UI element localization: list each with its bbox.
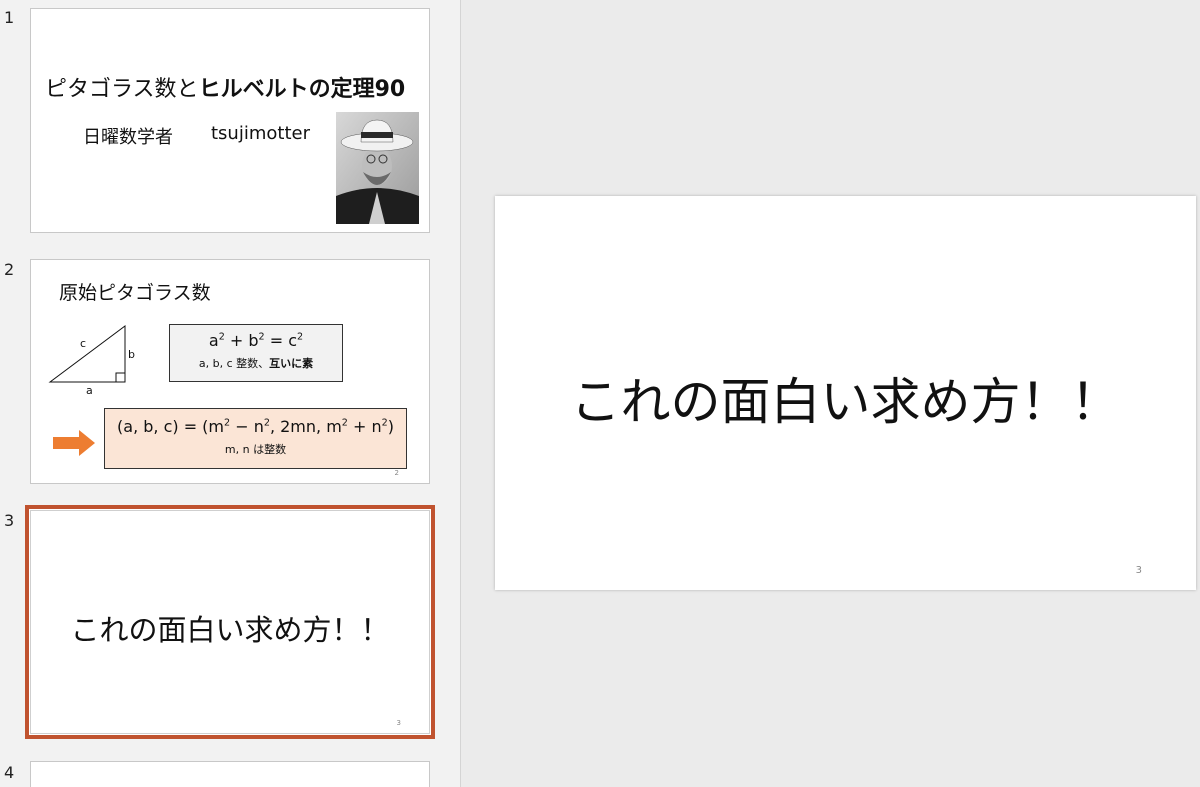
- slide-thumbnail-4[interactable]: [30, 761, 430, 787]
- slide-thumbnail-panel[interactable]: 1 ピタゴラス数とヒルベルトの定理90 日曜数学者 tsujimotter 2 …: [0, 0, 461, 787]
- slide-thumbnail-1[interactable]: ピタゴラス数とヒルベルトの定理90 日曜数学者 tsujimotter: [30, 8, 430, 233]
- equation-note: a, b, c 整数、互いに素: [198, 357, 314, 370]
- slide-title: ピタゴラス数とヒルベルトの定理90: [45, 77, 406, 102]
- triangle-label-b: b: [128, 348, 135, 361]
- slide-editor-canvas[interactable]: これの面白い求め方！！ 3: [495, 196, 1196, 590]
- slide-number-4: 4: [4, 763, 15, 782]
- page-number: 3: [1135, 565, 1142, 576]
- slide-heading[interactable]: これの面白い求め方！！: [495, 362, 1196, 434]
- page-number: 3: [396, 719, 401, 727]
- formula-note: m, n は整数: [224, 443, 287, 456]
- triangle-label-a: a: [86, 384, 93, 397]
- slide-number-1: 1: [4, 8, 15, 27]
- slide-number-3: 3: [4, 511, 15, 530]
- slide-number-2: 2: [4, 260, 15, 279]
- slide-title: 原始ピタゴラス数: [59, 282, 211, 304]
- slide-thumbnail-2[interactable]: 原始ピタゴラス数 c b a a2 + b2 = c2 a, b, c 整数、互…: [30, 259, 430, 484]
- slide-heading: これの面白い求め方！！: [70, 613, 390, 647]
- page-number: 2: [394, 469, 399, 477]
- formula-box: (a, b, c) = (m2 − n2, 2mn, m2 + n2) m, n…: [104, 408, 407, 469]
- parametric-formula: (a, b, c) = (m2 − n2, 2mn, m2 + n2): [117, 417, 394, 436]
- right-triangle-diagram: [48, 325, 126, 383]
- arrow-right-icon: [53, 430, 95, 456]
- slide-thumbnail-3[interactable]: これの面白い求め方！！ 3: [25, 505, 435, 739]
- pythagorean-equation-box: a2 + b2 = c2 a, b, c 整数、互いに素: [169, 324, 343, 382]
- author-label: 日曜数学者: [83, 127, 173, 148]
- portrait-photo: [336, 112, 419, 224]
- triangle-label-c: c: [80, 337, 87, 350]
- author-name: tsujimotter: [211, 123, 310, 144]
- pythagorean-equation: a2 + b2 = c2: [208, 331, 304, 350]
